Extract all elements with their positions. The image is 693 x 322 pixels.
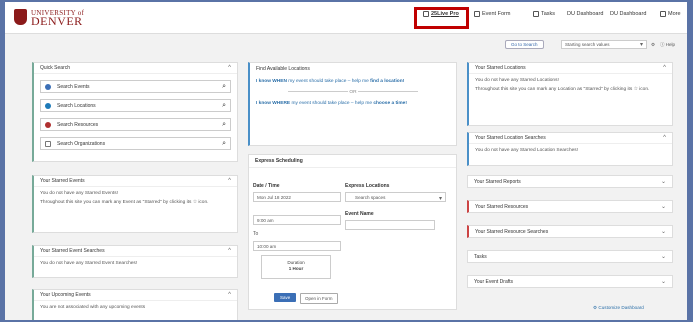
quick-search-panel: Quick Search ^ Search Events ⌕ Search Lo… (32, 62, 238, 162)
top-bar: UNIVERSITY of DENVER 25Live Pro Event Fo… (5, 2, 687, 34)
chevron-up-icon[interactable]: ^ (663, 65, 666, 71)
chevron-down-icon: ▾ (639, 42, 643, 48)
university-logo[interactable]: UNIVERSITY of DENVER (14, 9, 84, 28)
search-locations-item[interactable]: Search Locations ⌕ (40, 99, 231, 112)
panel-title: Quick Search (40, 65, 71, 71)
customize-dashboard-link[interactable]: ⚙ Customize Dashboard (593, 305, 644, 311)
chevron-down-icon: ▾ (438, 196, 442, 202)
dashboard-page: UNIVERSITY of DENVER 25Live Pro Event Fo… (5, 2, 687, 320)
go-to-search-button[interactable]: Go to Search (505, 40, 544, 49)
chevron-up-icon[interactable]: ^ (228, 65, 231, 71)
location-icon (45, 102, 51, 109)
express-scheduling-panel: Express Scheduling Date / Time Mon Jul 1… (248, 154, 457, 310)
locations-select[interactable]: Search spaces ▾ (345, 192, 446, 202)
starred-locations-panel: Your Starred Locations ^ You do not have… (467, 62, 673, 126)
or-divider: OR (256, 89, 450, 96)
nav-du-dashboard-1[interactable]: DU Dashboard (567, 11, 603, 17)
open-in-form-button[interactable]: Open in Form (300, 293, 338, 304)
search-icon: ⌕ (222, 82, 226, 90)
resource-icon (45, 121, 51, 128)
duration-box: Duration 1 Hour (261, 255, 331, 279)
settings-icon[interactable]: ⚙ (651, 40, 655, 49)
search-events-item[interactable]: Search Events ⌕ (40, 80, 231, 93)
chevron-up-icon[interactable]: ^ (228, 178, 231, 184)
starred-location-searches-panel: Your Starred Location Searches ^ You do … (467, 132, 673, 166)
search-resources-item[interactable]: Search Resources ⌕ (40, 118, 231, 131)
chevron-down-icon: ⌄ (660, 179, 666, 185)
search-type-select[interactable]: Starting search values ▾ (561, 40, 647, 49)
save-button[interactable]: Save (274, 293, 297, 302)
chevron-down-icon: ⌄ (660, 279, 666, 285)
search-icon: ⌕ (222, 139, 226, 147)
chevron-down-icon: ⌄ (660, 254, 666, 260)
chevron-up-icon[interactable]: ^ (228, 292, 231, 298)
event-icon (45, 83, 51, 90)
upcoming-events-panel: Your Upcoming Events ^ You are not assoc… (32, 289, 238, 320)
tasks-icon (533, 11, 539, 17)
search-organizations-item[interactable]: Search Organizations ⌕ (40, 137, 231, 150)
gear-icon: ⚙ (593, 305, 598, 310)
tasks-panel[interactable]: Tasks ⌄ (467, 250, 673, 263)
starred-resources-panel[interactable]: Your Starred Resources ⌄ (467, 200, 673, 213)
chevron-up-icon[interactable]: ^ (663, 135, 666, 141)
date-field[interactable]: Mon Jul 18 2022 (253, 192, 341, 202)
starred-reports-panel[interactable]: Your Starred Reports ⌄ (467, 175, 673, 188)
nav-du-dashboard-2[interactable]: DU Dashboard (610, 11, 646, 17)
nav-more[interactable]: More (660, 11, 681, 17)
search-icon: ⌕ (222, 101, 226, 109)
starred-events-panel: Your Starred Events ^ You do not have an… (32, 175, 238, 233)
logo-line2: DENVER (31, 14, 83, 28)
help-icon: ⓘ (660, 41, 665, 47)
organization-icon (45, 140, 51, 147)
chevron-down-icon: ⌄ (660, 204, 666, 210)
event-name-input[interactable] (345, 220, 435, 230)
starred-resource-searches-panel[interactable]: Your Starred Resource Searches ⌄ (467, 225, 673, 238)
university-seal-icon (14, 9, 27, 25)
starred-event-searches-panel: Your Starred Event Searches ^ You do not… (32, 245, 238, 278)
event-drafts-panel[interactable]: Your Event Drafts ⌄ (467, 275, 673, 288)
help-link[interactable]: ⓘ Help (660, 40, 675, 49)
find-location-option[interactable]: I know WHEN my event should take place –… (256, 78, 450, 85)
chevron-up-icon[interactable]: ^ (228, 248, 231, 254)
chevron-down-icon: ⌄ (660, 229, 666, 235)
form-icon (474, 11, 480, 17)
search-icon: ⌕ (222, 120, 226, 128)
start-time-field[interactable]: 9:00 am (253, 215, 341, 225)
highlight-box (414, 7, 469, 29)
nav-event-form[interactable]: Event Form (474, 11, 510, 17)
end-time-field[interactable]: 10:00 am (253, 241, 341, 251)
menu-icon (660, 11, 666, 17)
nav-tasks[interactable]: Tasks (533, 11, 555, 17)
choose-time-option[interactable]: I know WHERE my event should take place … (256, 100, 450, 107)
find-locations-panel: Find Available Locations I know WHEN my … (248, 62, 457, 146)
